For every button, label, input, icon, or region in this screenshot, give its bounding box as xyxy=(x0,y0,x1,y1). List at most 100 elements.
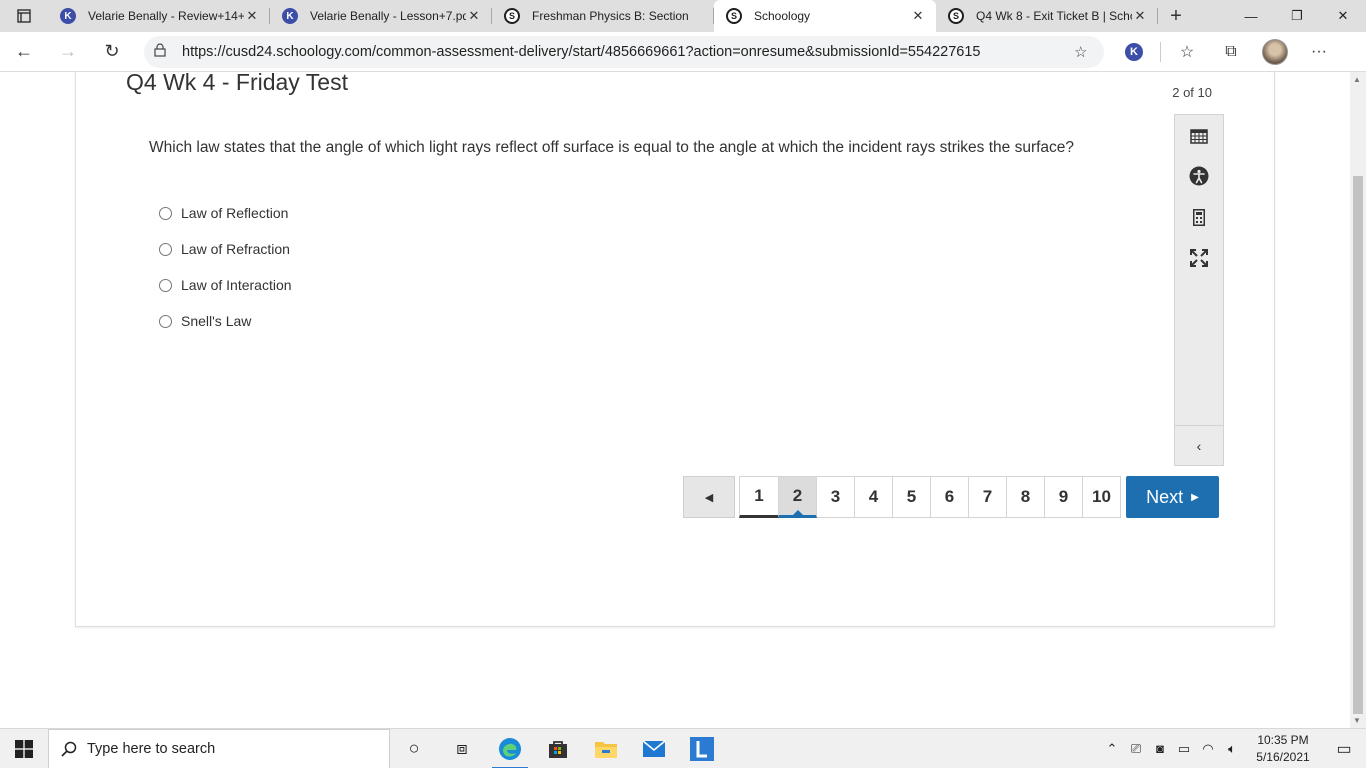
close-tab-icon[interactable]: ✕ xyxy=(910,8,926,24)
battery-icon[interactable]: ▭ xyxy=(1172,741,1196,757)
close-icon: ✕ xyxy=(1337,8,1349,23)
settings-menu-button[interactable]: ··· xyxy=(1297,36,1341,68)
browser-tab[interactable]: K Velarie Benally - Review+14+ ✕ xyxy=(48,0,270,32)
answer-option[interactable]: Law of Interaction xyxy=(159,267,292,303)
scrollbar-thumb[interactable] xyxy=(1353,176,1363,714)
scroll-up-icon[interactable]: ▲ xyxy=(1353,75,1361,84)
answer-option[interactable]: Law of Reflection xyxy=(159,195,292,231)
calendar-tool-button[interactable] xyxy=(1175,121,1223,151)
option-label[interactable]: Law of Refraction xyxy=(181,241,290,257)
browser-tab[interactable]: K Velarie Benally - Lesson+7.pd ✕ xyxy=(270,0,492,32)
fullscreen-tool-button[interactable] xyxy=(1175,243,1223,273)
option-label[interactable]: Law of Interaction xyxy=(181,277,292,293)
answer-option[interactable]: Snell's Law xyxy=(159,303,292,339)
page-button-9[interactable]: 9 xyxy=(1045,476,1083,518)
page-button-5[interactable]: 5 xyxy=(893,476,931,518)
forward-button[interactable]: → xyxy=(48,36,88,68)
kami-icon: K xyxy=(1125,42,1143,61)
triangle-left-icon: ◀ xyxy=(704,491,714,504)
minimize-button[interactable]: — xyxy=(1228,0,1274,32)
taskbar-search-box[interactable]: Type here to search xyxy=(48,728,390,768)
accessibility-tool-button[interactable] xyxy=(1175,161,1223,191)
launcher-taskbar-button[interactable] xyxy=(678,729,726,768)
collections-icon: ⧉ xyxy=(1225,42,1237,60)
schoology-favicon-icon: S xyxy=(948,8,964,24)
file-explorer-taskbar-button[interactable] xyxy=(582,729,630,768)
option-label[interactable]: Law of Reflection xyxy=(181,205,288,221)
browser-tab[interactable]: S Q4 Wk 8 - Exit Ticket B | Scho ✕ xyxy=(936,0,1158,32)
radio-button[interactable] xyxy=(159,206,172,220)
window-controls: — ❐ ✕ xyxy=(1228,0,1366,32)
kami-favicon-icon: K xyxy=(282,8,298,24)
camera-icon[interactable]: ◙ xyxy=(1148,741,1172,756)
page-button-1[interactable]: 1 xyxy=(739,476,779,518)
cortana-button[interactable]: ○ xyxy=(390,729,438,768)
favorites-button[interactable]: ☆ xyxy=(1165,36,1209,68)
question-text: Which law states that the angle of which… xyxy=(149,139,1075,156)
scroll-down-icon[interactable]: ▼ xyxy=(1353,716,1361,725)
page-button-2-current[interactable]: 2 xyxy=(779,476,817,518)
profile-button[interactable] xyxy=(1253,36,1297,68)
minimize-icon: — xyxy=(1244,8,1258,24)
page-button-8[interactable]: 8 xyxy=(1007,476,1045,518)
close-tab-icon[interactable]: ✕ xyxy=(244,8,260,24)
collapse-tools-button[interactable]: ‹ xyxy=(1175,425,1223,465)
tab-title: Schoology xyxy=(754,9,811,23)
close-window-button[interactable]: ✕ xyxy=(1320,0,1366,32)
collections-button[interactable]: ⧉ xyxy=(1209,36,1253,68)
browser-tab[interactable]: S Freshman Physics B: Section xyxy=(492,0,714,32)
start-button[interactable] xyxy=(0,729,48,768)
arrow-left-icon: ← xyxy=(15,41,33,61)
radio-button[interactable] xyxy=(159,242,172,256)
system-tray: ⌃ ⎚ ◙ ▭ ◠ 🔈︎ 10:35 PM 5/16/2021 ▭ xyxy=(1100,729,1366,768)
close-tab-icon[interactable]: ✕ xyxy=(466,8,482,24)
url-field[interactable]: https://cusd24.schoology.com/common-asse… xyxy=(144,35,1104,68)
meet-now-icon[interactable]: ⎚ xyxy=(1124,741,1148,757)
chevron-up-icon[interactable]: ⌃ xyxy=(1100,741,1124,757)
radio-button[interactable] xyxy=(159,314,172,328)
assessment-card: Q4 Wk 4 - Friday Test 2 of 10 Which law … xyxy=(75,72,1275,627)
radio-button[interactable] xyxy=(159,278,172,292)
tab-actions-button[interactable] xyxy=(0,0,48,32)
mail-taskbar-button[interactable] xyxy=(630,729,678,768)
page-title: Q4 Wk 4 - Friday Test xyxy=(126,72,348,95)
store-taskbar-button[interactable] xyxy=(534,729,582,768)
taskbar-clock[interactable]: 10:35 PM 5/16/2021 xyxy=(1244,732,1322,766)
page-scrollbar[interactable]: ▲ ▼ xyxy=(1350,72,1366,728)
close-tab-icon[interactable]: ✕ xyxy=(1132,8,1148,24)
refresh-button[interactable]: ↻ xyxy=(92,36,132,68)
restore-button[interactable]: ❐ xyxy=(1274,0,1320,32)
browser-tab-active[interactable]: S Schoology ✕ xyxy=(714,0,936,32)
calculator-tool-button[interactable] xyxy=(1175,202,1223,232)
edge-taskbar-button[interactable] xyxy=(486,729,534,768)
kami-favicon-icon: K xyxy=(60,8,76,24)
page-button-6[interactable]: 6 xyxy=(931,476,969,518)
add-favorite-icon[interactable]: ☆ xyxy=(1074,43,1094,61)
option-label[interactable]: Snell's Law xyxy=(181,313,251,329)
windows-icon xyxy=(15,739,33,758)
tools-sidebar: ‹ xyxy=(1174,114,1224,466)
volume-icon[interactable]: 🔈︎ xyxy=(1220,741,1244,757)
l-app-icon xyxy=(690,736,714,761)
page-button-4[interactable]: 4 xyxy=(855,476,893,518)
page-button-3[interactable]: 3 xyxy=(817,476,855,518)
avatar xyxy=(1262,38,1288,65)
plus-icon: + xyxy=(1170,4,1182,27)
previous-question-button[interactable]: ◀ xyxy=(683,476,735,518)
next-question-button[interactable]: Next ▶ xyxy=(1126,476,1219,518)
browser-toolbar: K ☆ ⧉ ··· xyxy=(1112,36,1341,68)
task-view-button[interactable]: ⧈ xyxy=(438,729,486,768)
next-label: Next xyxy=(1146,486,1184,507)
back-button[interactable]: ← xyxy=(4,36,44,68)
url-text: https://cusd24.schoology.com/common-asse… xyxy=(182,43,981,60)
lock-icon xyxy=(154,43,170,60)
answer-option[interactable]: Law of Refraction xyxy=(159,231,292,267)
page-button-10[interactable]: 10 xyxy=(1083,476,1121,518)
new-tab-button[interactable]: + xyxy=(1158,0,1194,32)
wifi-icon[interactable]: ◠ xyxy=(1196,741,1220,757)
favorites-icon: ☆ xyxy=(1179,43,1195,61)
notifications-button[interactable]: ▭ xyxy=(1322,729,1366,768)
folder-icon xyxy=(595,741,617,758)
page-button-7[interactable]: 7 xyxy=(969,476,1007,518)
kami-extension-button[interactable]: K xyxy=(1112,36,1156,68)
